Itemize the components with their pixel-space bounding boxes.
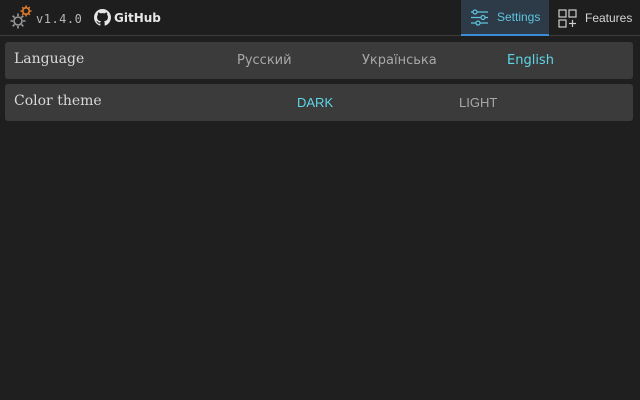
tab-settings-label: Settings — [497, 10, 541, 24]
github-link[interactable]: GitHub — [94, 9, 161, 26]
github-label: GitHub — [114, 10, 161, 25]
tab-settings[interactable]: Settings — [461, 0, 549, 36]
theme-option-light[interactable]: LIGHT — [459, 95, 497, 110]
language-option-english[interactable]: English — [507, 53, 554, 68]
github-icon — [94, 9, 111, 26]
top-bar: v1.4.0 GitHub Settings Features — [0, 0, 640, 36]
language-label: Language — [14, 51, 85, 67]
blocks-plus-icon — [558, 8, 577, 28]
language-setting-row: Language Русский Українська English — [5, 42, 633, 79]
gear-logo-icon — [10, 5, 32, 29]
language-option-ukrainian[interactable]: Українська — [362, 53, 437, 68]
tab-features[interactable]: Features — [552, 0, 640, 36]
color-theme-label: Color theme — [14, 93, 102, 109]
tab-features-label: Features — [585, 11, 633, 25]
color-theme-setting-row: Color theme DARK LIGHT — [5, 84, 633, 121]
sliders-icon — [471, 8, 488, 26]
language-option-russian[interactable]: Русский — [237, 53, 292, 68]
theme-option-dark[interactable]: DARK — [297, 95, 333, 110]
app-version: v1.4.0 — [36, 12, 83, 26]
